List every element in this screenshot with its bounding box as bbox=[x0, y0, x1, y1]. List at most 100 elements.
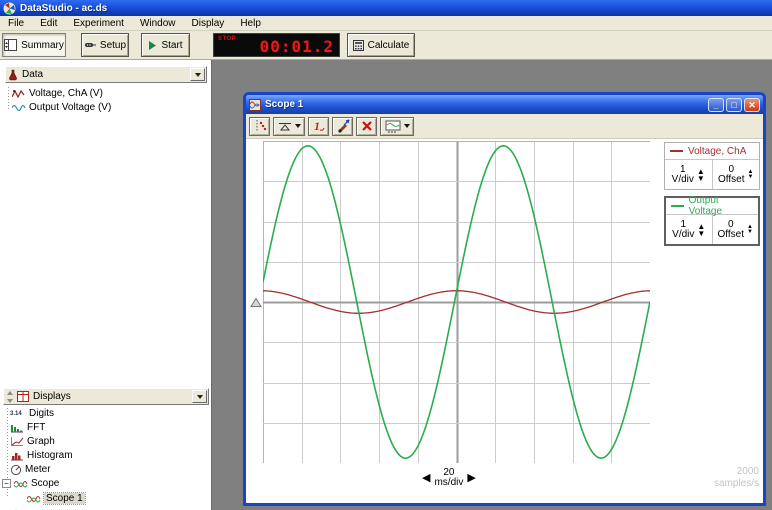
app-titlebar: DataStudio - ac.ds bbox=[0, 0, 772, 16]
display-item-label: Meter bbox=[25, 464, 51, 475]
menu-file[interactable]: File bbox=[0, 17, 32, 30]
timebase-decrease-arrow[interactable]: ◀ bbox=[422, 473, 430, 484]
legend-voltage-cha[interactable]: Voltage, ChA 1 V/div ▲▼ 0 Offset ▲▼ bbox=[664, 142, 760, 190]
offset-control[interactable]: 0 Offset ▲▼ bbox=[713, 215, 759, 244]
oscilloscope-plot[interactable] bbox=[263, 141, 650, 463]
legend-output-voltage[interactable]: Output Voltage 1 V/div ▲▼ 0 Offset ▲▼ bbox=[664, 196, 760, 246]
data-pane-label: Data bbox=[22, 69, 43, 80]
collapse-expander-icon[interactable]: − bbox=[2, 479, 11, 488]
display-item-label: Scope bbox=[31, 478, 59, 489]
main-toolbar: Summary Setup Start STOP 00:01.2 Calcula… bbox=[0, 31, 772, 60]
offset-spinner[interactable]: ▲▼ bbox=[747, 225, 753, 235]
vdiv-value: 1 bbox=[680, 165, 686, 175]
offset-label: Offset bbox=[718, 230, 745, 240]
displays-pane-header[interactable]: Displays bbox=[3, 388, 209, 405]
menu-window[interactable]: Window bbox=[132, 17, 184, 30]
display-item-digits[interactable]: 3.14 Digits bbox=[10, 407, 54, 420]
data-tree-guide bbox=[8, 87, 9, 109]
spin-down-icon[interactable]: ▼ bbox=[697, 230, 705, 237]
displays-pane-label: Displays bbox=[33, 391, 71, 402]
start-button[interactable]: Start bbox=[141, 33, 190, 57]
display-settings-button[interactable] bbox=[380, 117, 414, 136]
scope-display-area: Voltage, ChA 1 V/div ▲▼ 0 Offset ▲▼ bbox=[246, 139, 763, 503]
setup-button[interactable]: Setup bbox=[81, 33, 129, 57]
trigger-button[interactable] bbox=[273, 117, 305, 136]
display-item-label-selected: Scope 1 bbox=[44, 493, 85, 504]
sampling-icon bbox=[253, 119, 267, 133]
trigger-level-marker[interactable] bbox=[250, 297, 262, 308]
delete-button[interactable] bbox=[356, 117, 377, 136]
start-label: Start bbox=[161, 40, 182, 51]
vdiv-control[interactable]: 1 V/div ▲▼ bbox=[666, 215, 713, 244]
calculate-label: Calculate bbox=[368, 40, 410, 51]
vdiv-value: 1 bbox=[681, 220, 687, 230]
summary-button[interactable]: Summary bbox=[2, 33, 66, 57]
offset-control[interactable]: 0 Offset ▲▼ bbox=[713, 160, 760, 189]
offset-value: 0 bbox=[728, 220, 734, 230]
offset-value: 0 bbox=[728, 165, 734, 175]
chevron-down-icon bbox=[197, 395, 203, 399]
vdiv-unit: V/div bbox=[672, 175, 694, 185]
timer-display: STOP 00:01.2 bbox=[213, 33, 340, 57]
graph-icon bbox=[10, 437, 24, 447]
smart-tool-button[interactable]: 1 bbox=[308, 117, 329, 136]
scope-window-icon bbox=[249, 99, 261, 111]
minimize-button[interactable]: _ bbox=[708, 98, 724, 112]
voltage-cha-line-swatch bbox=[670, 150, 683, 152]
data-pane-header[interactable]: Data bbox=[5, 66, 207, 83]
voltage-cha-icon bbox=[12, 89, 26, 99]
histogram-icon bbox=[10, 451, 24, 461]
scope-icon bbox=[27, 494, 41, 504]
display-item-fft[interactable]: FFT bbox=[10, 421, 45, 434]
menu-help[interactable]: Help bbox=[232, 17, 269, 30]
sampling-options-button[interactable] bbox=[249, 117, 270, 136]
display-item-histogram[interactable]: Histogram bbox=[10, 449, 73, 462]
menu-display[interactable]: Display bbox=[184, 17, 233, 30]
vdiv-spinner[interactable]: ▲▼ bbox=[697, 223, 705, 237]
data-item-output-voltage[interactable]: Output Voltage (V) bbox=[12, 101, 111, 114]
timebase-increase-arrow[interactable]: ▶ bbox=[467, 473, 475, 484]
vdiv-spinner[interactable]: ▲▼ bbox=[697, 168, 705, 182]
display-item-label: FFT bbox=[27, 422, 45, 433]
meter-icon bbox=[10, 464, 22, 475]
display-item-scope-1[interactable]: Scope 1 bbox=[27, 492, 85, 505]
sample-rate-value: 2000 bbox=[714, 466, 759, 478]
menubar: File Edit Experiment Window Display Help bbox=[0, 16, 772, 31]
sample-rate-readout: 2000 samples/s bbox=[714, 466, 759, 490]
scope-window: Scope 1 _ □ ✕ 1 bbox=[243, 92, 766, 506]
maximize-button[interactable]: □ bbox=[726, 98, 742, 112]
scope-toolbar: 1 bbox=[246, 114, 763, 139]
trigger-icon bbox=[278, 120, 292, 132]
display-item-graph[interactable]: Graph bbox=[10, 435, 55, 448]
scope-icon bbox=[14, 479, 28, 489]
spin-down-icon[interactable]: ▼ bbox=[697, 175, 705, 182]
display-item-label: Digits bbox=[29, 408, 54, 419]
data-pane-dropdown[interactable] bbox=[190, 68, 205, 81]
vdiv-control[interactable]: 1 V/div ▲▼ bbox=[665, 160, 713, 189]
offset-spinner[interactable]: ▲▼ bbox=[748, 170, 754, 180]
note-tool-icon bbox=[336, 119, 350, 133]
note-tool-button[interactable] bbox=[332, 117, 353, 136]
splitter-handle-icon[interactable] bbox=[6, 391, 14, 403]
sample-rate-unit: samples/s bbox=[714, 478, 759, 490]
display-item-meter[interactable]: Meter bbox=[10, 463, 51, 476]
summary-label: Summary bbox=[21, 40, 64, 51]
vdiv-unit: V/div bbox=[672, 230, 694, 240]
setup-icon bbox=[84, 41, 96, 49]
display-item-partial[interactable] bbox=[10, 506, 22, 510]
displays-pane-dropdown[interactable] bbox=[192, 390, 207, 403]
spin-down-icon[interactable]: ▼ bbox=[748, 175, 754, 180]
scope-titlebar[interactable]: Scope 1 _ □ ✕ bbox=[246, 95, 763, 114]
delete-x-icon bbox=[361, 120, 373, 132]
display-item-scope[interactable]: − Scope bbox=[2, 477, 59, 490]
data-item-voltage-cha[interactable]: Voltage, ChA (V) bbox=[12, 87, 103, 100]
close-button[interactable]: ✕ bbox=[744, 98, 760, 112]
chevron-down-icon bbox=[404, 124, 410, 128]
summary-panel: Data Voltage, ChA (V) Output Voltage (V)… bbox=[0, 60, 212, 510]
menu-edit[interactable]: Edit bbox=[32, 17, 65, 30]
fft-icon bbox=[10, 423, 24, 433]
spin-down-icon[interactable]: ▼ bbox=[747, 230, 753, 235]
summary-icon bbox=[4, 39, 17, 51]
menu-experiment[interactable]: Experiment bbox=[65, 17, 132, 30]
calculate-button[interactable]: Calculate bbox=[347, 33, 415, 57]
